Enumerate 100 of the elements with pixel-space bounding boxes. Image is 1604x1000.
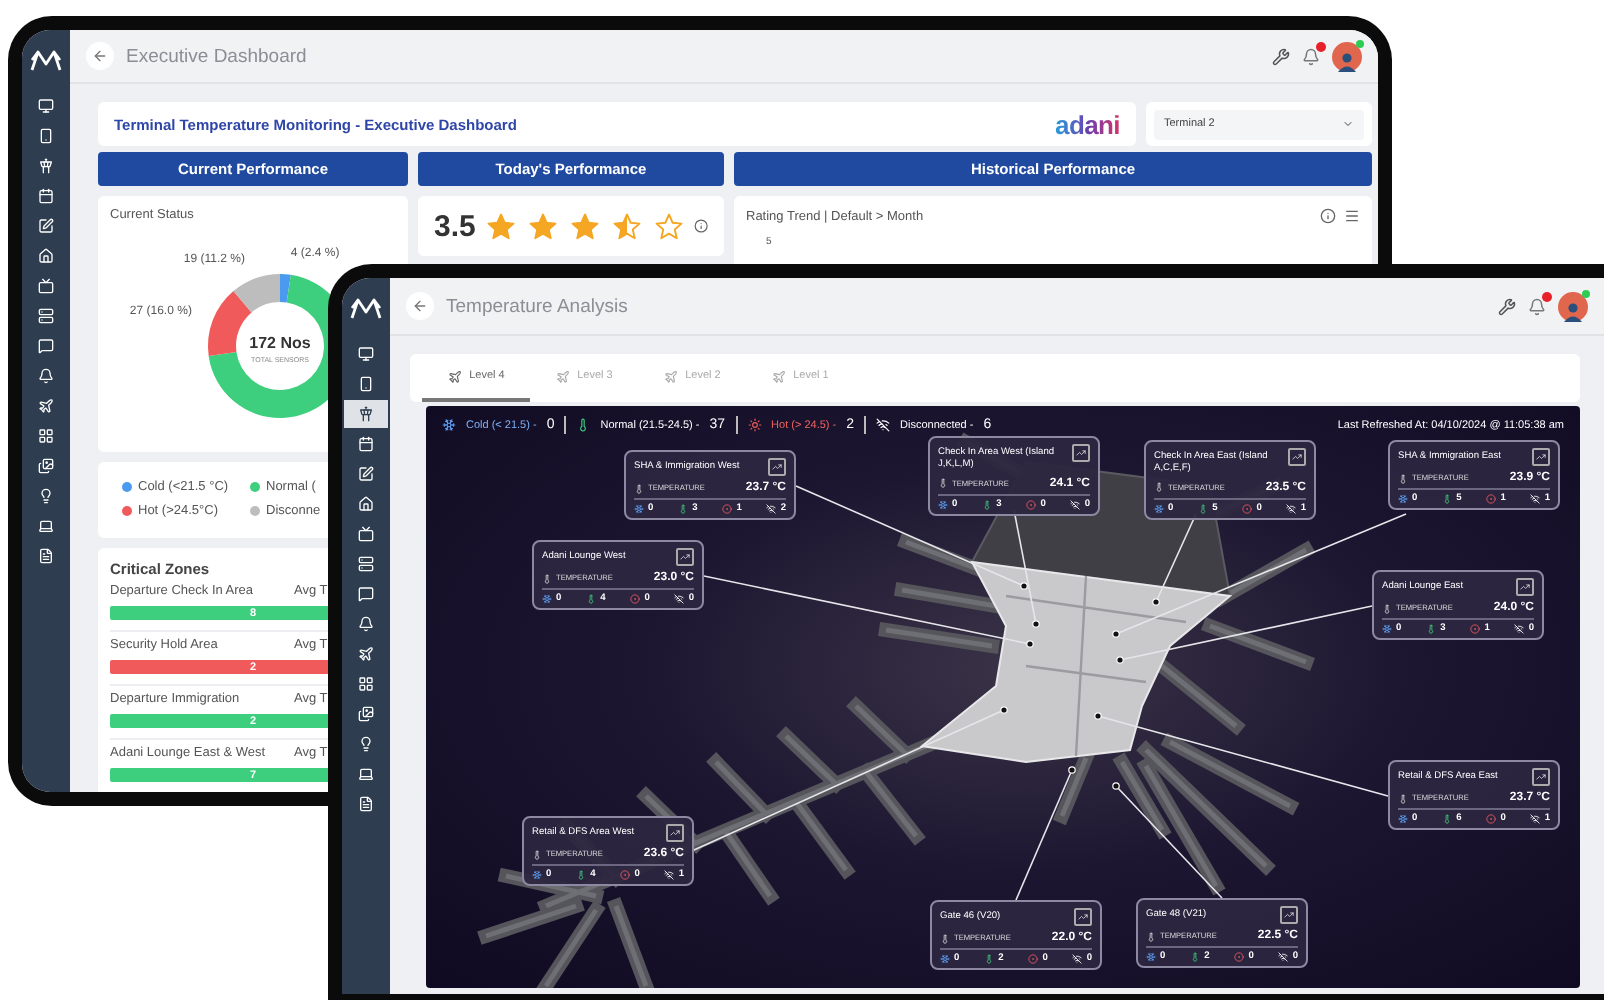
- thermometer-icon: [576, 870, 587, 880]
- total-value: 172 Nos: [249, 334, 311, 352]
- edit-icon: [358, 466, 374, 482]
- wifi-off-icon: [1072, 954, 1083, 964]
- trend-button[interactable]: [768, 458, 786, 476]
- wifi-off-icon: [876, 418, 891, 432]
- trend-button[interactable]: [1074, 908, 1092, 926]
- sun-icon: [747, 418, 762, 432]
- thermometer-icon: [1426, 624, 1437, 634]
- trend-icon: [1284, 910, 1294, 920]
- grid-icon: [38, 428, 54, 444]
- wifi-off-icon: [766, 504, 777, 514]
- trend-button[interactable]: [1516, 578, 1534, 596]
- avatar[interactable]: [1558, 291, 1588, 321]
- home-icon: [358, 496, 374, 512]
- trend-icon: [1520, 582, 1530, 592]
- ring-icon: [1028, 954, 1039, 964]
- snowflake-icon: [1146, 952, 1156, 962]
- back-arrow-icon: [412, 298, 428, 314]
- thermometer-icon: [1442, 494, 1453, 504]
- chat-icon: [358, 586, 374, 602]
- thermometer-icon: [576, 418, 591, 432]
- tv-icon: [38, 278, 54, 294]
- trend-button[interactable]: [1532, 768, 1550, 786]
- notification-badge: [1316, 41, 1326, 51]
- snowflake-icon: [938, 499, 948, 509]
- plane-icon: [771, 369, 786, 383]
- monitor-icon: [358, 346, 374, 362]
- bell-icon: [38, 368, 54, 384]
- tools-icon[interactable]: [1272, 47, 1290, 65]
- trend-icon: [680, 552, 690, 562]
- trend-button[interactable]: [676, 548, 694, 566]
- person-silhouette-icon: [1336, 49, 1358, 71]
- phone-icon: [38, 128, 54, 144]
- trend-button[interactable]: [666, 824, 684, 842]
- wifi-off-icon: [674, 594, 685, 604]
- home-icon: [38, 248, 54, 264]
- notification-icon[interactable]: [1528, 297, 1546, 315]
- thermometer-icon: [586, 594, 597, 604]
- info-icon[interactable]: [693, 218, 708, 234]
- notification-badge: [1542, 291, 1552, 301]
- trend-button[interactable]: [1280, 906, 1298, 924]
- rating-score: 3.5: [434, 209, 476, 243]
- wifi-off-icon: [1286, 503, 1297, 513]
- ring-icon: [1234, 952, 1245, 962]
- thermometer-icon: [1154, 482, 1164, 492]
- trend-button[interactable]: [1532, 448, 1550, 466]
- ring-icon: [630, 594, 641, 604]
- plane-icon: [38, 398, 54, 414]
- snowflake-icon: [1398, 814, 1408, 824]
- plane-icon: [447, 369, 462, 383]
- server-icon: [358, 556, 374, 572]
- trend-icon: [772, 462, 782, 472]
- trend-button[interactable]: [1288, 448, 1306, 466]
- back-button[interactable]: [406, 292, 434, 320]
- server-icon: [38, 308, 54, 324]
- trend-icon: [670, 828, 680, 838]
- trend-icon: [1292, 452, 1302, 462]
- trend-button[interactable]: [1072, 444, 1090, 462]
- avatar[interactable]: [1332, 41, 1362, 71]
- online-status-dot: [1356, 39, 1364, 47]
- ring-icon: [1242, 503, 1253, 513]
- chevron-down-icon: [1342, 118, 1354, 130]
- snowflake-icon: [542, 594, 552, 604]
- menu-icon[interactable]: [1344, 208, 1360, 224]
- page-title: Temperature Analysis: [446, 295, 628, 317]
- wifi-off-icon: [1278, 952, 1289, 962]
- logo-icon: [30, 47, 62, 73]
- sidebar-button[interactable]: [344, 400, 388, 428]
- trend-icon: [1536, 452, 1546, 462]
- lightbulb-icon: [38, 488, 54, 504]
- snowflake-icon: [532, 870, 542, 880]
- person-silhouette-icon: [1562, 299, 1584, 321]
- thermometer-icon: [1198, 503, 1209, 513]
- laptop-icon: [358, 766, 374, 782]
- edit-icon: [38, 218, 54, 234]
- thermometer-icon: [678, 504, 689, 514]
- chat-icon: [38, 338, 54, 354]
- thermometer-icon: [1398, 793, 1408, 803]
- trend-icon: [1536, 772, 1546, 782]
- thermometer-icon: [1442, 814, 1453, 824]
- star-icon: [527, 211, 558, 241]
- laptop-icon: [38, 518, 54, 534]
- ring-icon: [1470, 624, 1481, 634]
- ring-icon: [1486, 494, 1497, 504]
- grid-icon: [358, 676, 374, 692]
- tv-icon: [358, 526, 374, 542]
- plane-icon: [555, 369, 570, 383]
- tools-icon[interactable]: [1498, 297, 1516, 315]
- trend-icon: [1076, 448, 1086, 458]
- notification-icon[interactable]: [1302, 47, 1320, 65]
- back-button[interactable]: [86, 42, 114, 70]
- plane-icon: [663, 369, 678, 383]
- calendar-icon: [38, 188, 54, 204]
- trend-icon: [1078, 912, 1088, 922]
- thermometer-icon: [1190, 952, 1201, 962]
- lightbulb-icon: [358, 736, 374, 752]
- thermometer-icon: [984, 954, 995, 964]
- info-icon[interactable]: [1320, 208, 1336, 224]
- thermometer-icon: [938, 478, 948, 488]
